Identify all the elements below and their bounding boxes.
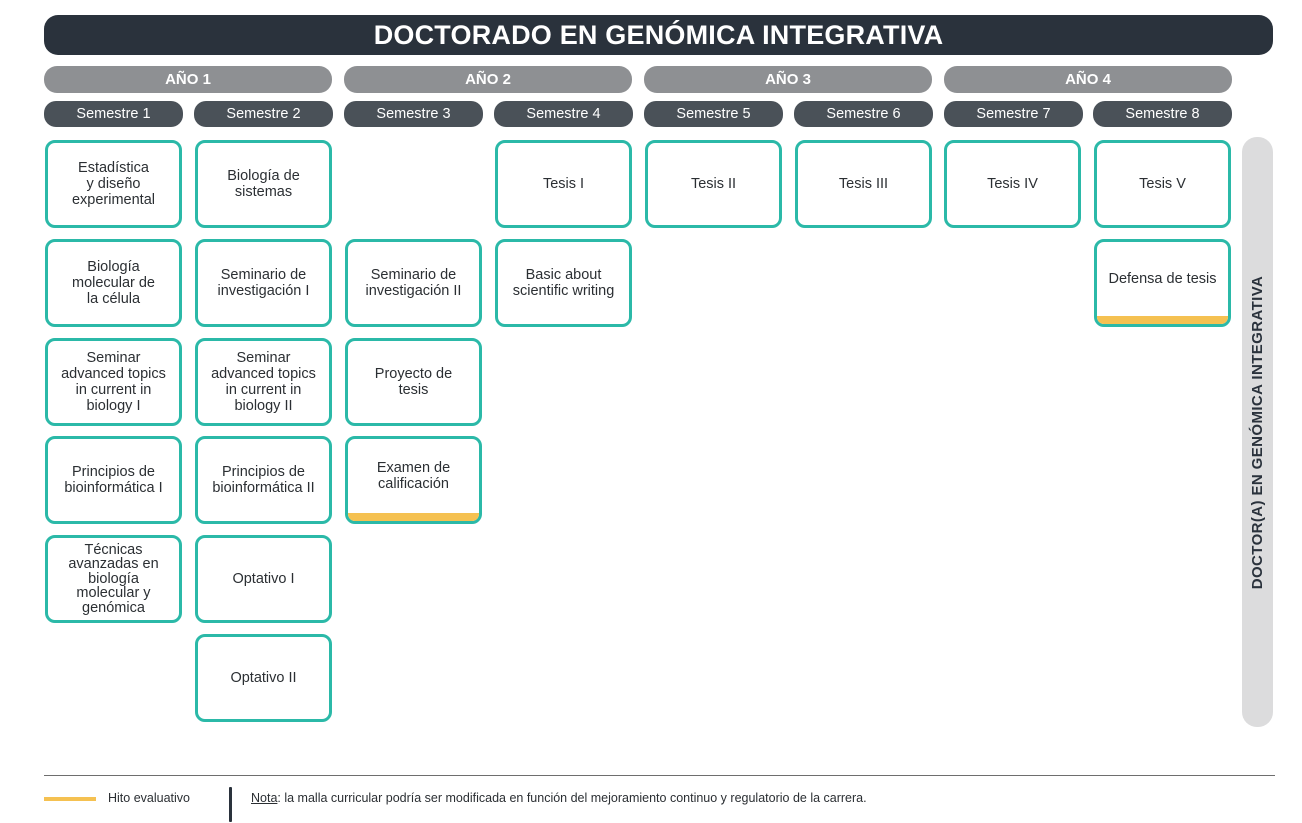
page-title: DOCTORADO EN GENÓMICA INTEGRATIVA — [44, 15, 1273, 55]
course-title: Biología molecular de la célula — [71, 259, 155, 307]
course-card: Tesis IV — [944, 140, 1081, 228]
year-header-2: AÑO 2 — [344, 66, 632, 93]
course-title: Basic about scientific writing — [512, 267, 615, 299]
course-title: Optativo II — [230, 670, 297, 686]
course-card: Proyecto de tesis — [345, 338, 482, 426]
course-card: Principios de bioinformática I — [45, 436, 182, 524]
course-card-milestone: Defensa de tesis — [1094, 239, 1231, 327]
milestone-legend-label: Hito evaluativo — [108, 791, 190, 805]
course-card: Estadística y diseño experimental — [45, 140, 182, 228]
course-card: Tesis II — [645, 140, 782, 228]
course-title: Seminario de investigación I — [217, 267, 310, 299]
course-card: Tesis III — [795, 140, 932, 228]
course-card: Optativo I — [195, 535, 332, 623]
course-title: Técnicas avanzadas en biología molecular… — [68, 541, 159, 616]
course-title: Seminar advanced topics in current in bi… — [211, 350, 316, 414]
degree-banner: DOCTOR(A) EN GENÓMICA INTEGRATIVA — [1242, 137, 1273, 727]
milestone-bar — [1097, 316, 1228, 324]
semester-header-7: Semestre 7 — [944, 101, 1083, 127]
course-title: Seminar advanced topics in current in bi… — [61, 350, 166, 414]
course-title: Estadística y diseño experimental — [71, 160, 155, 208]
course-title: Principios de bioinformática I — [64, 464, 163, 496]
course-card: Principios de bioinformática II — [195, 436, 332, 524]
course-title: Biología de sistemas — [227, 168, 300, 200]
course-card: Optativo II — [195, 634, 332, 722]
note-text: : la malla curricular podría ser modific… — [277, 791, 867, 805]
footer-separator — [229, 787, 232, 822]
semester-header-5: Semestre 5 — [644, 101, 783, 127]
course-title: Tesis V — [1139, 176, 1186, 192]
course-title: Proyecto de tesis — [374, 366, 453, 398]
course-title: Seminario de investigación II — [365, 267, 462, 299]
milestone-legend-swatch — [44, 797, 96, 801]
note-label: Nota — [251, 791, 278, 805]
course-card: Tesis V — [1094, 140, 1231, 228]
course-card: Técnicas avanzadas en biología molecular… — [45, 535, 182, 623]
course-title: Optativo I — [232, 571, 295, 587]
course-card: Seminario de investigación I — [195, 239, 332, 327]
course-card-milestone: Examen de calificación — [345, 436, 482, 524]
year-header-4: AÑO 4 — [944, 66, 1232, 93]
course-card: Biología de sistemas — [195, 140, 332, 228]
course-title: Defensa de tesis — [1108, 271, 1217, 287]
semester-header-3: Semestre 3 — [344, 101, 483, 127]
course-title: Tesis II — [690, 176, 737, 192]
semester-header-4: Semestre 4 — [494, 101, 633, 127]
course-card: Seminario de investigación II — [345, 239, 482, 327]
course-card: Biología molecular de la célula — [45, 239, 182, 327]
footer-note: Nota: la malla curricular podría ser mod… — [251, 791, 867, 805]
course-title: Tesis I — [542, 176, 585, 192]
year-header-1: AÑO 1 — [44, 66, 332, 93]
semester-header-1: Semestre 1 — [44, 101, 183, 127]
footer-divider — [44, 775, 1275, 776]
semester-header-6: Semestre 6 — [794, 101, 933, 127]
milestone-bar — [348, 513, 479, 521]
year-header-3: AÑO 3 — [644, 66, 932, 93]
course-card: Basic about scientific writing — [495, 239, 632, 327]
degree-label: DOCTOR(A) EN GENÓMICA INTEGRATIVA — [1249, 275, 1267, 589]
course-card: Tesis I — [495, 140, 632, 228]
semester-header-8: Semestre 8 — [1093, 101, 1232, 127]
course-card: Seminar advanced topics in current in bi… — [195, 338, 332, 426]
course-title: Tesis III — [838, 176, 889, 192]
course-card: Seminar advanced topics in current in bi… — [45, 338, 182, 426]
semester-header-2: Semestre 2 — [194, 101, 333, 127]
course-title: Examen de calificación — [376, 460, 451, 492]
course-title: Tesis IV — [987, 176, 1038, 192]
course-title: Principios de bioinformática II — [212, 464, 315, 496]
